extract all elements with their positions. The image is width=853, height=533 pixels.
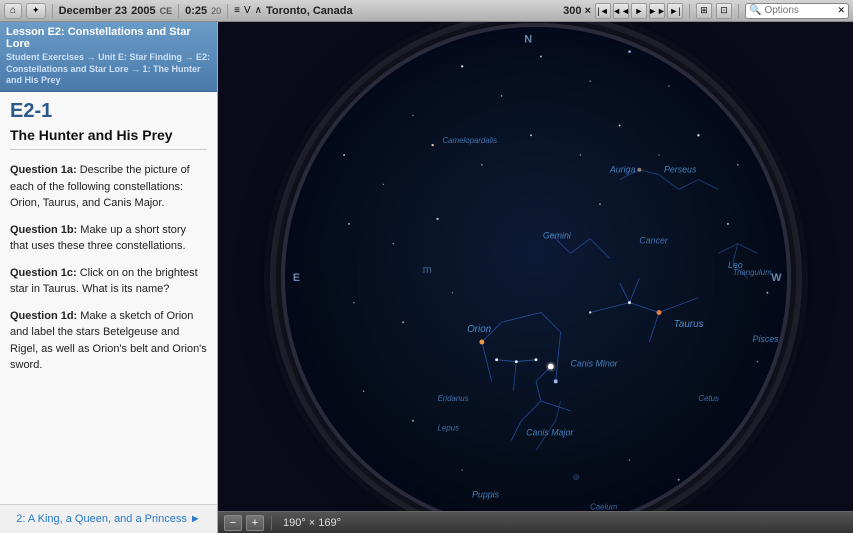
svg-text:Orion: Orion [467, 324, 492, 335]
zoom-label: 300 × [563, 5, 591, 17]
orion-lines [481, 312, 560, 391]
svg-text:Eridanus: Eridanus [437, 394, 468, 403]
question-1d: Question 1d: Make a sketch of Orion and … [10, 308, 207, 374]
search-clear-icon[interactable]: ✕ [837, 5, 845, 16]
lesson-id: E2-1 [10, 100, 207, 123]
question-1d-label: Question 1d: [10, 310, 80, 322]
breadcrumb-path: Student Exercises → Unit E: Star Finding… [6, 52, 211, 87]
breadcrumb-bar: Lesson E2: Constellations and Star Lore … [0, 22, 217, 92]
svg-text:Camelopardalis: Camelopardalis [442, 136, 497, 145]
svg-text:SE: SE [326, 466, 340, 477]
taurus-lines [590, 278, 698, 342]
toolbar: ⌂ ✦ December 23 2005 CE 0:25 20 ≡ V ∧ To… [0, 0, 853, 22]
lesson-title-breadcrumb: Lesson E2: Constellations and Star Lore [6, 26, 211, 50]
divider-2 [178, 4, 179, 18]
svg-text:SW: SW [732, 466, 749, 477]
svg-text:Perseus: Perseus [663, 164, 696, 174]
left-panel: Lesson E2: Constellations and Star Lore … [0, 22, 218, 533]
search-input[interactable] [764, 5, 834, 16]
perseus-lines [659, 174, 718, 189]
time-sub: 20 [211, 6, 221, 16]
play-button[interactable]: ► [631, 3, 647, 19]
svg-text:Caelum: Caelum [590, 502, 618, 511]
svg-text:Taurus: Taurus [673, 319, 703, 330]
home-button[interactable]: ⌂ [4, 3, 22, 19]
svg-text:Lepus: Lepus [437, 423, 458, 432]
next-link[interactable]: 2: A King, a Queen, and a Princess ► [0, 504, 217, 533]
lesson-title-main: The Hunter and His Prey [10, 127, 207, 150]
star-map-container[interactable]: Orion Taurus Canis Minor Canis Major Gem… [218, 22, 853, 533]
time-label: 0:25 [185, 5, 207, 17]
playback-controls: |◄ ◄◄ ► ►► ►| [595, 3, 683, 19]
ce-label: CE [160, 6, 173, 16]
zoom-out-button[interactable]: − [224, 515, 242, 531]
question-1b: Question 1b: Make up a short story that … [10, 222, 207, 255]
zoom-in-button[interactable]: + [246, 515, 264, 531]
map-bottom-bar: − + 190° × 169° [218, 511, 853, 533]
ff-button[interactable]: ►► [649, 3, 665, 19]
svg-text:Aries: Aries [786, 285, 787, 294]
question-1a: Question 1a: Describe the picture of eac… [10, 162, 207, 212]
location-label: Toronto, Canada [266, 5, 353, 17]
rewind-button[interactable]: ◄◄ [613, 3, 629, 19]
zoom-in-icon: + [252, 517, 258, 529]
divider-5 [738, 4, 739, 18]
svg-text:N: N [524, 33, 532, 45]
bar-divider [271, 516, 272, 530]
zoom-out-icon: − [230, 517, 236, 529]
search-icon: 🔍 [749, 5, 761, 16]
svg-text:E: E [292, 271, 299, 283]
view-button-1[interactable]: ⊞ [696, 3, 712, 19]
divider-4 [689, 4, 690, 18]
svg-text:Cetus: Cetus [698, 394, 719, 403]
next-end-button[interactable]: ►| [667, 3, 683, 19]
star-map-circle[interactable]: Orion Taurus Canis Minor Canis Major Gem… [281, 23, 791, 533]
question-1c: Question 1c: Click on on the brightest s… [10, 265, 207, 298]
svg-text:Puppis: Puppis [472, 489, 500, 499]
question-1b-label: Question 1b: [10, 224, 80, 236]
home-icon: ⌂ [10, 5, 16, 16]
search-bar: 🔍 ✕ [745, 3, 849, 19]
constellation-svg: Orion Taurus Canis Minor Canis Major Gem… [285, 27, 787, 529]
svg-text:NE: NE [727, 85, 741, 96]
question-1c-label: Question 1c: [10, 267, 80, 279]
prev-button[interactable]: |◄ [595, 3, 611, 19]
svg-text:Canis Major: Canis Major [526, 427, 574, 437]
lesson-content: E2-1 The Hunter and His Prey Question 1a… [0, 92, 217, 504]
date-label: December 23 [59, 5, 128, 17]
svg-text:Pisces: Pisces [752, 333, 779, 343]
year-label: 2005 [131, 5, 155, 17]
svg-text:Cancer: Cancer [639, 235, 669, 245]
divider-1 [52, 4, 53, 18]
map-coordinates: 190° × 169° [283, 517, 341, 529]
svg-text:Triangulum: Triangulum [732, 268, 771, 277]
next-link-anchor[interactable]: 2: A King, a Queen, and a Princess ► [16, 513, 201, 525]
eridanus-lines [536, 401, 561, 450]
stellarium-icon[interactable]: ✦ [26, 3, 46, 19]
view-button-2[interactable]: ⊡ [716, 3, 732, 19]
svg-text:Canis Minor: Canis Minor [570, 358, 618, 368]
svg-text:NW: NW [334, 85, 351, 96]
question-1a-label: Question 1a: [10, 164, 80, 176]
main-content: Lesson E2: Constellations and Star Lore … [0, 22, 853, 533]
svg-text:Auriga: Auriga [608, 164, 635, 174]
svg-text:⊕: ⊕ [572, 471, 579, 481]
divider-3 [227, 4, 228, 18]
svg-text:W: W [771, 271, 782, 283]
svg-text:Gemini: Gemini [542, 230, 571, 240]
svg-text:m: m [422, 264, 431, 276]
